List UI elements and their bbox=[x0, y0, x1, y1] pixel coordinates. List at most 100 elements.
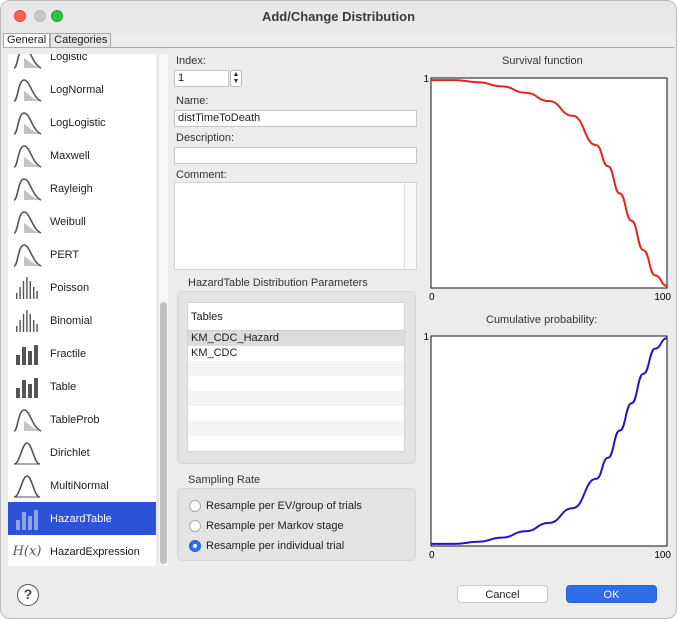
dist-item-label: PERT bbox=[50, 248, 80, 261]
tables-header: Tables bbox=[188, 303, 404, 331]
dist-item-label: Binomial bbox=[50, 314, 93, 327]
dist-item-label: LogLogistic bbox=[50, 116, 106, 129]
dist-item-tableprob[interactable]: TableProb bbox=[8, 403, 156, 436]
dist-item-label: Logistic bbox=[50, 54, 88, 63]
tables-list[interactable]: Tables KM_CDC_Hazard KM_CDC bbox=[187, 302, 405, 452]
dist-item-label: Weibull bbox=[50, 215, 86, 228]
name-field[interactable]: distTimeToDeath bbox=[174, 110, 417, 127]
dist-item-label: MultiNormal bbox=[50, 479, 109, 492]
radio-resample-ev-group[interactable]: Resample per EV/group of trials bbox=[189, 498, 362, 514]
curve-icon bbox=[10, 405, 44, 435]
index-label: Index: bbox=[176, 55, 206, 67]
survival-chart-title: Survival function bbox=[502, 55, 583, 67]
curve-icon bbox=[10, 240, 44, 270]
dist-item-binomial[interactable]: Binomial bbox=[8, 304, 156, 337]
bell-icon bbox=[10, 471, 44, 501]
radio-button[interactable] bbox=[189, 520, 201, 532]
ok-button[interactable]: OK bbox=[566, 585, 657, 603]
radio-label: Resample per EV/group of trials bbox=[206, 500, 362, 512]
x-tick-label: 100 bbox=[654, 292, 671, 303]
table-row-km-cdc-hazard[interactable]: KM_CDC_Hazard bbox=[188, 331, 404, 346]
curve-icon bbox=[10, 174, 44, 204]
tab-general[interactable]: General bbox=[3, 33, 51, 48]
curve-icon bbox=[10, 75, 44, 105]
description-label: Description: bbox=[176, 132, 235, 144]
dist-item-table[interactable]: Table bbox=[8, 370, 156, 403]
table-row-empty bbox=[188, 376, 404, 391]
dist-item-maxwell[interactable]: Maxwell bbox=[8, 139, 156, 172]
radio-button-checked[interactable] bbox=[189, 540, 201, 552]
dist-item-label: Rayleigh bbox=[50, 182, 93, 195]
tab-categories[interactable]: Categories bbox=[50, 33, 112, 48]
dist-item-loglogistic[interactable]: LogLogistic bbox=[8, 106, 156, 139]
cumulative-chart-title: Cumulative probability: bbox=[486, 314, 598, 326]
x-tick-label: 0 bbox=[429, 292, 435, 303]
dist-item-multinormal[interactable]: MultiNormal bbox=[8, 469, 156, 502]
params-group-title: HazardTable Distribution Parameters bbox=[188, 277, 368, 289]
dist-item-label: Maxwell bbox=[50, 149, 90, 162]
scrollbar-thumb[interactable] bbox=[160, 302, 167, 564]
discrete-bars-icon bbox=[10, 273, 44, 303]
radio-resample-individual-trial[interactable]: Resample per individual trial bbox=[189, 538, 344, 554]
dist-item-weibull[interactable]: Weibull bbox=[8, 205, 156, 238]
dist-item-label: LogNormal bbox=[50, 83, 104, 96]
table-row-empty bbox=[188, 406, 404, 421]
bell-icon bbox=[10, 438, 44, 468]
dist-item-lognormal[interactable]: LogNormal bbox=[8, 73, 156, 106]
curve-icon bbox=[10, 54, 44, 72]
dist-item-label: HazardExpression bbox=[50, 545, 140, 558]
comment-scrollbar[interactable] bbox=[404, 183, 416, 269]
table-row-empty bbox=[188, 391, 404, 406]
radio-label: Resample per individual trial bbox=[206, 540, 345, 552]
survival-function-chart: 1 0 100 bbox=[423, 74, 671, 303]
description-field[interactable] bbox=[174, 147, 417, 164]
distribution-list[interactable]: Logistic LogNormal LogLogistic Maxwell Rayle… bbox=[8, 54, 156, 566]
dist-item-poisson[interactable]: Poisson bbox=[8, 271, 156, 304]
curve-icon bbox=[10, 108, 44, 138]
name-label: Name: bbox=[176, 95, 209, 107]
help-button[interactable]: ? bbox=[17, 584, 39, 606]
y-tick-label: 1 bbox=[423, 74, 429, 85]
x-tick-label: 100 bbox=[654, 550, 671, 561]
index-field[interactable]: 1 bbox=[174, 70, 229, 87]
dist-item-label: Table bbox=[50, 380, 77, 393]
dist-item-pert[interactable]: PERT bbox=[8, 238, 156, 271]
curve-icon bbox=[10, 207, 44, 237]
dist-item-rayleigh[interactable]: Rayleigh bbox=[8, 172, 156, 205]
dist-item-label: Poisson bbox=[50, 281, 90, 294]
radio-button[interactable] bbox=[189, 500, 201, 512]
bars-icon bbox=[10, 504, 44, 534]
distribution-list-scrollbar[interactable] bbox=[158, 54, 168, 566]
table-row-empty bbox=[188, 361, 404, 376]
general-panel: Logistic LogNormal LogLogistic Maxwell Rayle… bbox=[3, 47, 674, 572]
table-row-km-cdc[interactable]: KM_CDC bbox=[188, 346, 404, 361]
radio-resample-markov-stage[interactable]: Resample per Markov stage bbox=[189, 518, 344, 534]
plot-area bbox=[430, 335, 668, 547]
window-title: Add/Change Distribution bbox=[261, 9, 416, 24]
comment-textarea[interactable] bbox=[174, 182, 417, 270]
x-tick-label: 0 bbox=[429, 550, 435, 561]
plot-area bbox=[430, 77, 668, 289]
dist-item-label: Fractile bbox=[50, 347, 87, 360]
index-stepper[interactable]: ▲ ▼ bbox=[230, 70, 242, 87]
dist-item-label: Dirichlet bbox=[50, 446, 90, 459]
dist-item-label: HazardTable bbox=[50, 512, 112, 525]
dialog-window: Add/Change Distribution General Categori… bbox=[0, 0, 677, 619]
dist-item-dirichlet[interactable]: Dirichlet bbox=[8, 436, 156, 469]
cumulative-probability-chart: 1 0 100 bbox=[423, 332, 671, 561]
dist-item-fractile[interactable]: Fractile bbox=[8, 337, 156, 370]
radio-label: Resample per Markov stage bbox=[206, 520, 344, 532]
dist-item-label: TableProb bbox=[50, 413, 100, 426]
bars-icon bbox=[10, 339, 44, 369]
dist-item-hazardtable[interactable]: HazardTable bbox=[8, 502, 156, 535]
sampling-group-title: Sampling Rate bbox=[188, 474, 261, 486]
comment-label: Comment: bbox=[176, 169, 227, 181]
discrete-bars-icon bbox=[10, 306, 44, 336]
cancel-button[interactable]: Cancel bbox=[457, 585, 548, 603]
y-tick-label: 1 bbox=[423, 332, 429, 343]
dist-item-hazardexpression[interactable]: H(x) HazardExpression bbox=[8, 535, 156, 566]
table-row-empty bbox=[188, 421, 404, 436]
dist-item-logistic[interactable]: Logistic bbox=[8, 54, 156, 73]
curve-icon bbox=[10, 141, 44, 171]
title-bar: Add/Change Distribution bbox=[1, 1, 676, 33]
